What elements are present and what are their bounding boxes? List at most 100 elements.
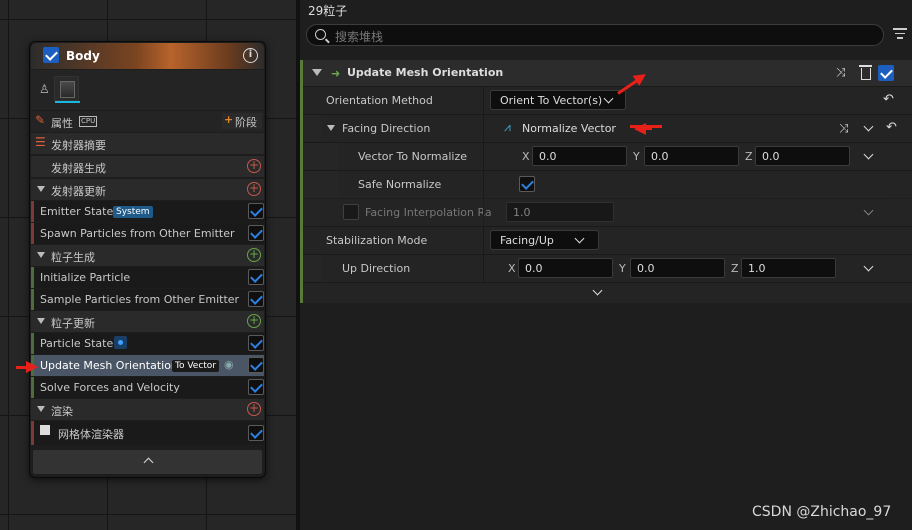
module-spawn-other[interactable]: Spawn Particles from Other Emitter — [31, 223, 264, 244]
module-label: Initialize Particle — [40, 271, 131, 284]
info-icon[interactable]: i — [243, 48, 258, 63]
param-label: Orientation Method — [326, 94, 433, 107]
param-label: Safe Normalize — [358, 178, 442, 191]
add-module-icon[interactable]: + — [247, 402, 261, 416]
emitter-summary-label: 发射器摘要 — [51, 139, 106, 152]
properties-label: 属性 — [51, 117, 73, 130]
module-label: Sample Particles from Other Emitter — [40, 293, 240, 306]
annotation-arrow-shaft — [630, 125, 662, 128]
module-enable-checkbox[interactable] — [248, 291, 264, 307]
collapse-triangle-icon[interactable] — [37, 252, 45, 258]
trash-icon[interactable] — [859, 65, 872, 80]
search-placeholder: 搜索堆栈 — [335, 30, 384, 44]
dot-badge-icon — [114, 336, 127, 349]
axis-y-label: Y — [619, 262, 626, 275]
emitter-summary-row[interactable]: ☰ 发射器摘要 — [31, 133, 264, 154]
module-enable-checkbox[interactable] — [248, 269, 264, 285]
add-module-icon[interactable]: + — [247, 182, 261, 196]
collapse-node-button[interactable] — [33, 450, 262, 474]
properties-row[interactable]: ✎ 属性 CPU + 阶段 — [31, 111, 264, 132]
node-header[interactable]: Body i — [31, 43, 264, 69]
to-vector-badge: To Vector — [172, 360, 220, 372]
axis-z-label: Z — [731, 262, 739, 275]
vtn-y-input[interactable]: 0.0 — [644, 146, 739, 166]
add-stage-button[interactable]: + 阶段 — [222, 113, 262, 129]
module-label: Spawn Particles from Other Emitter — [40, 227, 235, 240]
section-render[interactable]: 渲染 + — [31, 399, 264, 420]
chevron-down-icon — [592, 285, 603, 296]
pencil-icon: ✎ — [35, 113, 46, 127]
chevron-up-icon — [143, 457, 154, 468]
filter-icon[interactable] — [893, 28, 907, 42]
module-enable-checkbox[interactable] — [248, 335, 264, 351]
node-graph-canvas[interactable]: Body i ♙ ✎ 属性 CPU + 阶段 ☰ 发射器摘要 发射器生成 + 发… — [0, 0, 296, 530]
shuffle-icon[interactable]: ⤨ — [839, 121, 849, 136]
facing-interp-checkbox[interactable] — [343, 204, 359, 220]
module-type-icon: ➜ — [331, 67, 341, 80]
add-module-icon[interactable]: + — [247, 159, 261, 173]
module-emitter-state[interactable]: Emitter State System — [31, 201, 264, 222]
shuffle-icon[interactable]: ⤨ — [836, 65, 846, 80]
param-label: Vector To Normalize — [358, 150, 468, 163]
vtn-z-input[interactable]: 0.0 — [755, 146, 850, 166]
up-x-input[interactable]: 0.0 — [518, 258, 613, 278]
up-z-input[interactable]: 1.0 — [741, 258, 836, 278]
add-module-icon[interactable]: + — [247, 248, 261, 262]
reset-icon[interactable]: ↶ — [883, 92, 894, 107]
module-sample-other[interactable]: Sample Particles from Other Emitter — [31, 289, 264, 310]
module-particle-state[interactable]: Particle State — [31, 333, 264, 354]
chevron-down-icon[interactable] — [863, 261, 874, 272]
module-label: Particle State — [40, 337, 114, 350]
module-solve-forces[interactable]: Solve Forces and Velocity — [31, 377, 264, 398]
stack-search-input[interactable]: 搜索堆栈 — [306, 24, 884, 46]
module-enable-checkbox[interactable] — [248, 225, 264, 241]
up-y-input[interactable]: 0.0 — [630, 258, 725, 278]
collapse-triangle-icon[interactable] — [327, 125, 335, 131]
collapse-triangle-icon[interactable] — [312, 69, 322, 76]
section-emitter-update[interactable]: 发射器更新 + — [31, 179, 264, 200]
section-particle-update[interactable]: 粒子更新 + — [31, 311, 264, 332]
section-label: 渲染 — [51, 405, 73, 418]
emitter-node-body[interactable]: Body i ♙ ✎ 属性 CPU + 阶段 ☰ 发射器摘要 发射器生成 + 发… — [29, 41, 266, 478]
module-initialize-particle[interactable]: Initialize Particle — [31, 267, 264, 288]
vtn-x-input[interactable]: 0.0 — [532, 146, 627, 166]
module-mesh-renderer[interactable]: 网格体渲染器 — [31, 421, 264, 445]
cpu-badge: CPU — [79, 116, 98, 127]
module-enable-checkbox[interactable] — [248, 203, 264, 219]
pin-icon[interactable]: ♙ — [39, 82, 50, 96]
module-enable-checkbox[interactable] — [248, 425, 264, 441]
mesh-thumbnail-icon[interactable] — [54, 76, 80, 103]
expand-advanced-button[interactable] — [303, 282, 912, 302]
orientation-method-dropdown[interactable]: Orient To Vector(s) — [490, 90, 626, 110]
module-header[interactable]: ➜ Update Mesh Orientation ⤨ — [303, 60, 912, 86]
collapse-triangle-icon[interactable] — [37, 406, 45, 412]
watermark: CSDN @Zhichao_97 — [752, 504, 892, 520]
param-label: Facing Interpolation Ra — [365, 206, 492, 219]
safe-normalize-checkbox[interactable] — [519, 176, 535, 192]
eye-icon[interactable]: ◉ — [224, 358, 234, 371]
selection-panel: 29粒子 搜索堆栈 ➜ Update Mesh Orientation ⤨ Or… — [300, 0, 912, 530]
node-renderer-icons: ♙ — [31, 70, 264, 110]
section-emitter-spawn[interactable]: 发射器生成 + — [31, 156, 264, 177]
dynamic-input-label[interactable]: Normalize Vector — [522, 122, 616, 135]
chevron-down-icon[interactable] — [863, 149, 874, 160]
collapse-triangle-icon[interactable] — [37, 318, 45, 324]
module-update-mesh-orientation[interactable]: Update Mesh Orientation To Vector ◉ — [31, 355, 264, 376]
section-particle-spawn[interactable]: 粒子生成 + — [31, 245, 264, 266]
add-module-icon[interactable]: + — [247, 314, 261, 328]
row-up-direction: Up Direction X 0.0 Y 0.0 Z 1.0 — [303, 254, 912, 282]
module-enable-checkbox[interactable] — [248, 379, 264, 395]
chevron-down-icon[interactable] — [863, 121, 874, 132]
facing-interp-input[interactable]: 1.0 — [506, 202, 614, 222]
node-title: Body — [66, 49, 100, 63]
node-enable-checkbox[interactable] — [43, 47, 59, 63]
collapse-triangle-icon[interactable] — [37, 186, 45, 192]
module-enable-checkbox[interactable] — [878, 65, 894, 81]
module-panel-update-mesh-orientation: ➜ Update Mesh Orientation ⤨ Orientation … — [300, 60, 912, 303]
module-enable-checkbox[interactable] — [248, 357, 264, 373]
row-facing-interpolation: Facing Interpolation Ra 1.0 — [303, 198, 912, 226]
row-vector-to-normalize: Vector To Normalize X 0.0 Y 0.0 Z 0.0 — [303, 142, 912, 170]
stabilization-mode-dropdown[interactable]: Facing/Up — [490, 230, 599, 250]
chevron-down-icon[interactable] — [863, 205, 874, 216]
reset-icon[interactable]: ↶ — [886, 120, 897, 135]
